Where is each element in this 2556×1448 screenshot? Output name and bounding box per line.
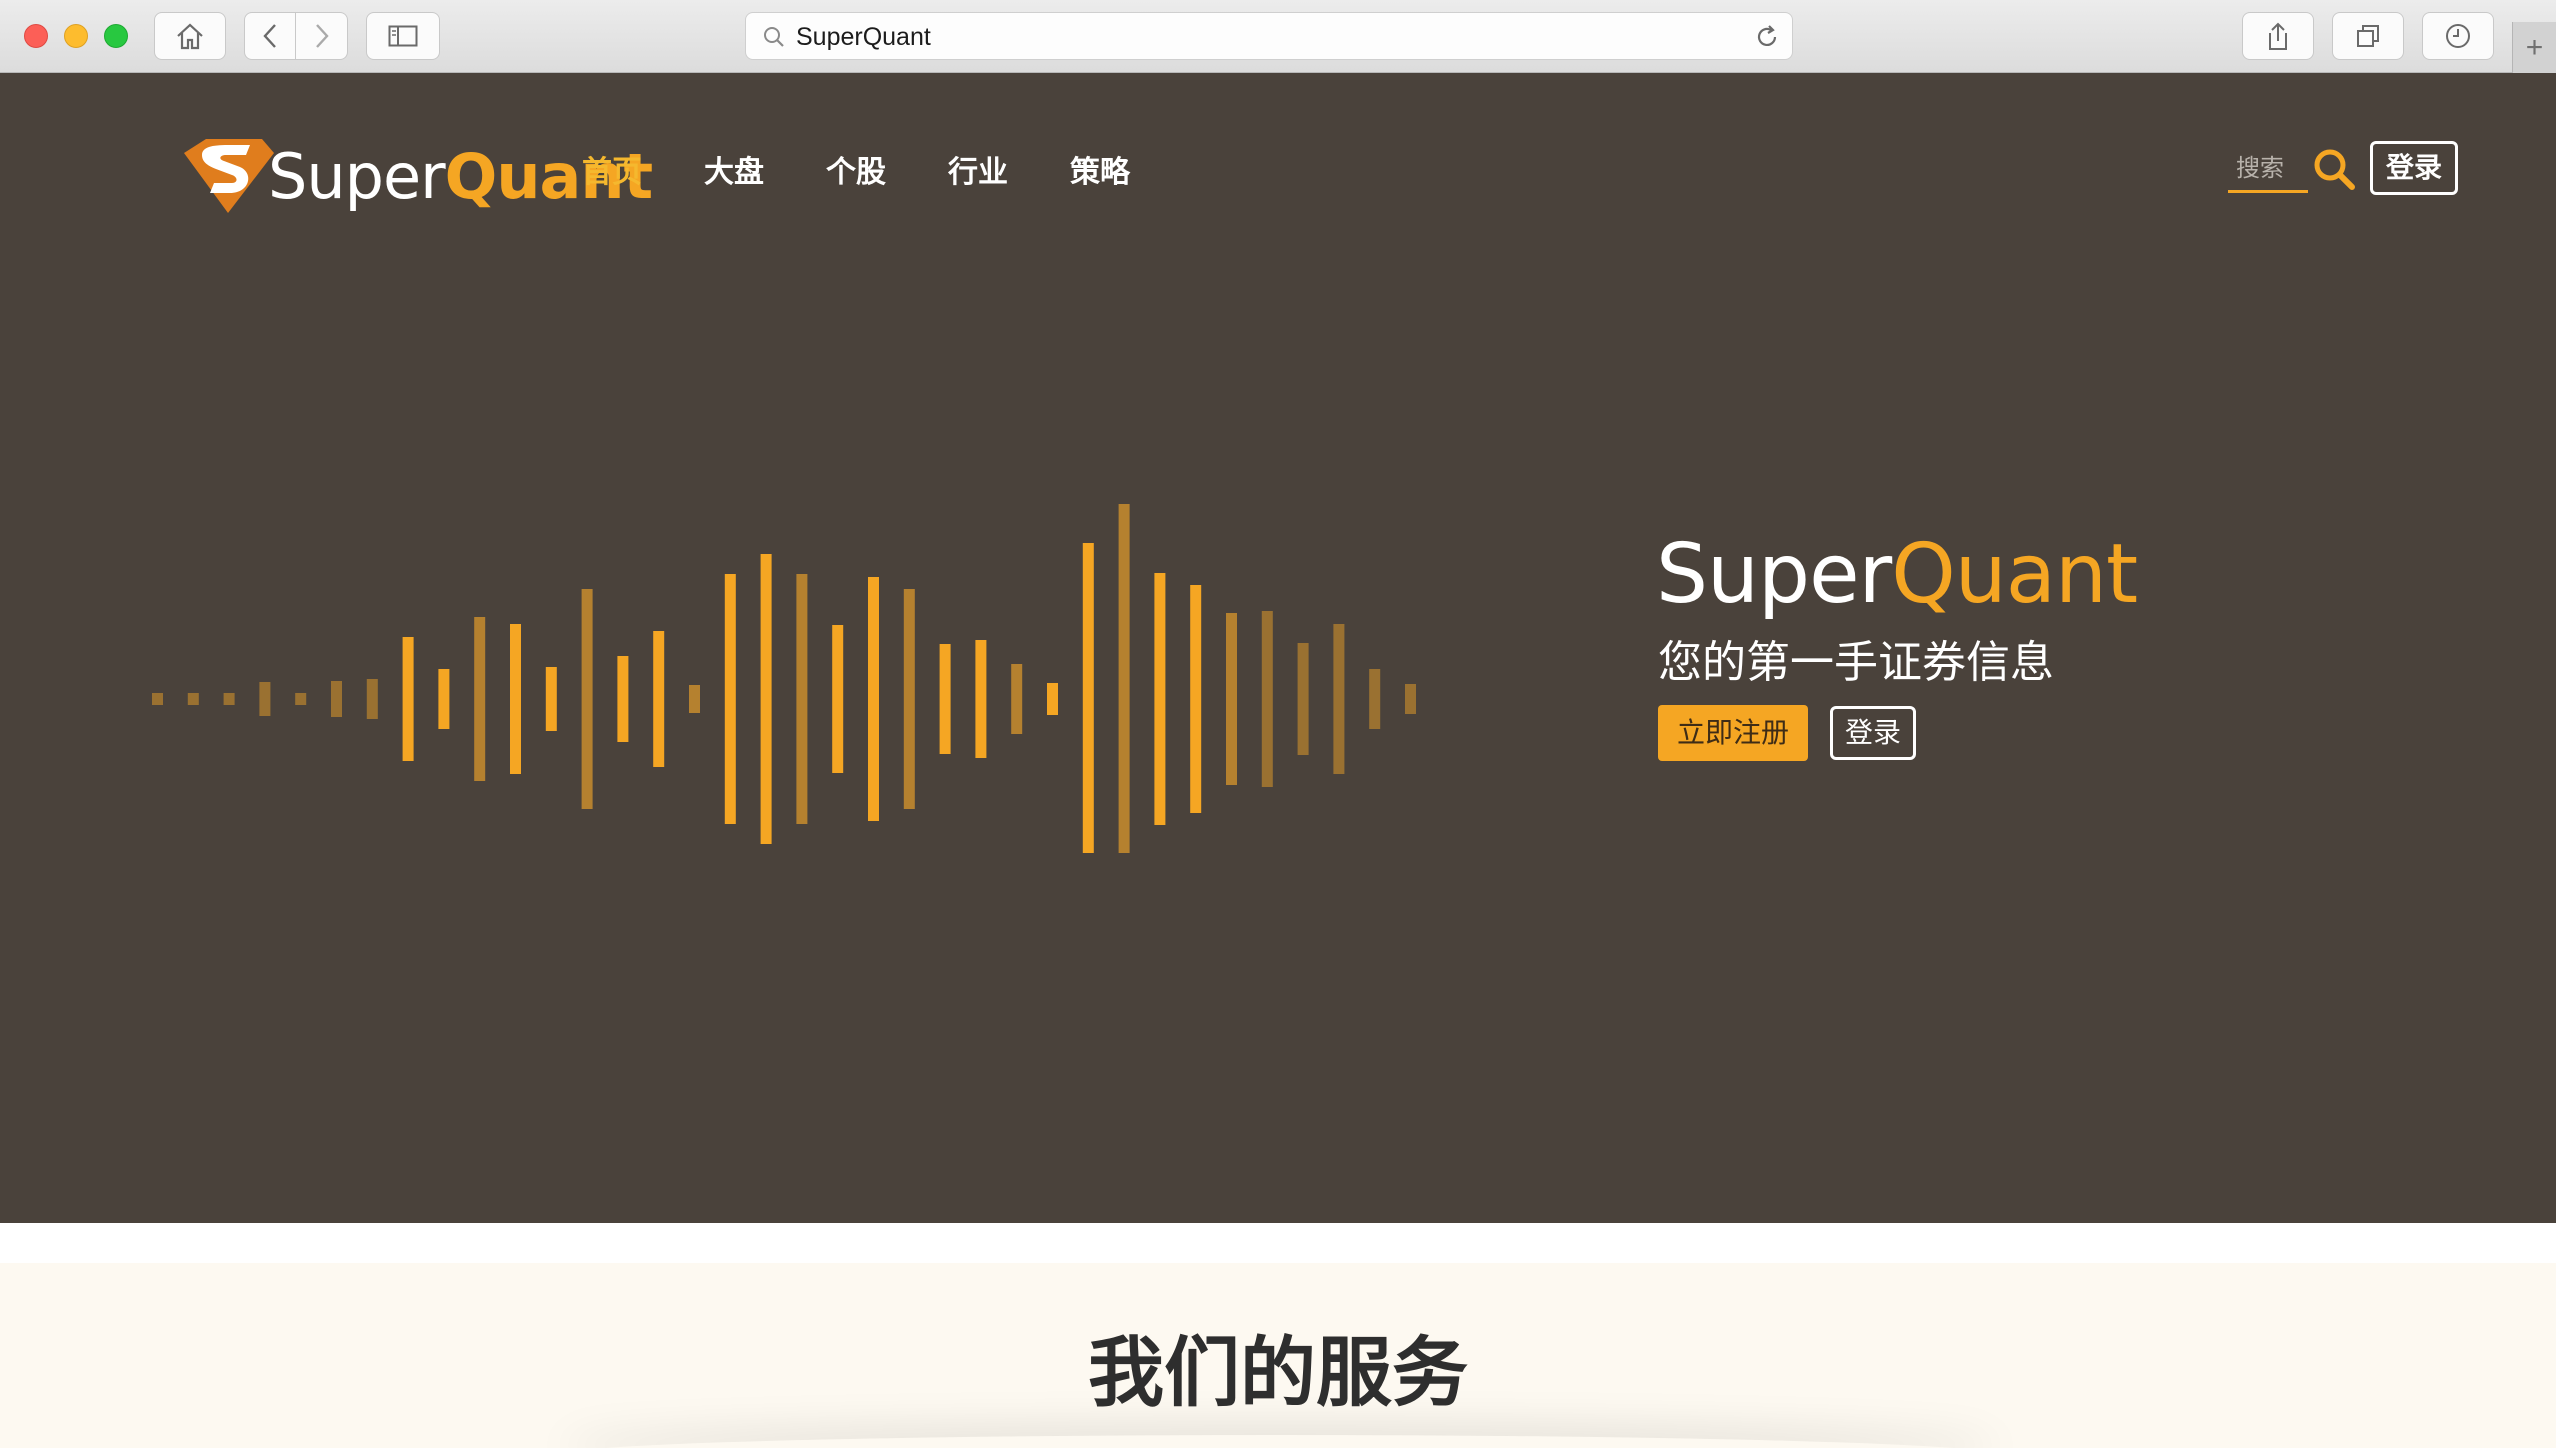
services-panel: 我们的服务 [0,1263,2556,1448]
hero-login-button[interactable]: 登录 [1830,706,1916,760]
wave-bar [1082,543,1094,853]
logo[interactable]: SuperQuant [176,131,653,221]
window-minimize-button[interactable] [64,24,88,48]
wave-bar [832,625,844,773]
nav-item-home[interactable]: 首页 [582,153,642,193]
tabs-icon [2357,25,2379,47]
wave-bar [438,669,450,729]
home-button[interactable] [154,12,226,60]
nav-item-industry[interactable]: 行业 [948,153,1008,193]
wave-bar [259,682,271,716]
sidebar-icon [388,25,418,47]
wave-bar [581,589,593,809]
wave-bar [223,693,235,705]
forward-button[interactable] [296,12,348,60]
wave-bar [331,681,342,717]
wave-bar [1190,585,1202,813]
audio-wave-graphic [152,504,1416,853]
wave-bar [1405,684,1416,714]
nav-item-market[interactable]: 大盘 [704,153,764,193]
wave-bar [1297,643,1309,755]
search-icon [764,27,784,47]
wave-bar [796,574,808,824]
wave-bar [1261,611,1273,787]
share-button[interactable] [2242,12,2314,60]
wave-bar [295,693,307,705]
wave-bar [939,644,951,754]
wave-bar [474,617,486,781]
superman-s-icon [184,139,274,213]
wave-bar [868,577,879,821]
history-icon [2446,24,2470,48]
search-input[interactable] [2228,145,2308,190]
wave-bar [545,667,557,731]
wave-bar [402,637,414,761]
wave-bar [724,574,736,824]
window-maximize-button[interactable] [104,24,128,48]
wave-bar [760,554,772,844]
reload-icon[interactable] [1754,24,1780,50]
wave-bar [903,589,915,809]
tabs-overview-button[interactable] [2332,12,2404,60]
share-icon [2269,22,2287,50]
wave-bar [1118,504,1130,853]
search-field [2228,145,2308,193]
wave-bar [653,631,665,767]
wave-bar [1011,664,1023,734]
sidebar-button[interactable] [366,12,440,60]
home-icon [177,23,203,50]
login-button[interactable]: 登录 [2370,141,2458,195]
wave-bar [152,693,163,705]
nav-item-stocks[interactable]: 个股 [826,153,886,193]
back-button[interactable] [244,12,296,60]
hero-section: SuperQuant 首页 大盘 个股 行业 策略 登录 SuperQuant … [0,73,2556,1223]
history-button[interactable] [2422,12,2494,60]
new-tab-button[interactable]: + [2512,22,2556,73]
wave-bar [1047,683,1058,715]
url-text[interactable]: SuperQuant [796,13,931,61]
window-close-button[interactable] [24,24,48,48]
address-bar[interactable]: SuperQuant [745,12,1793,60]
wave-bar [187,693,199,705]
services-section: 我们的服务 [0,1223,2556,1448]
card-shadow [560,1435,2000,1448]
plus-icon: + [2525,30,2544,64]
wave-bar [617,656,629,742]
wave-bar [1369,669,1381,729]
main-nav: 首页 大盘 个股 行业 策略 [582,153,1192,193]
back-icon [263,24,276,48]
wave-bar [510,624,521,774]
wave-bar [689,685,700,713]
wave-bar [1154,573,1166,825]
wave-bar [1333,624,1345,774]
forward-icon [315,24,329,48]
wave-bar [366,679,378,719]
wave-bar [1226,613,1237,785]
search-icon[interactable] [2312,147,2356,191]
hero-subtitle: 您的第一手证券信息 [1658,637,2054,688]
nav-item-strategy[interactable]: 策略 [1070,153,1130,193]
browser-toolbar: SuperQuant + [0,0,2556,73]
register-button[interactable]: 立即注册 [1658,705,1808,761]
wave-bar [975,640,987,758]
services-title: 我们的服务 [1088,1328,1468,1417]
hero-title: SuperQuant [1656,527,2138,622]
